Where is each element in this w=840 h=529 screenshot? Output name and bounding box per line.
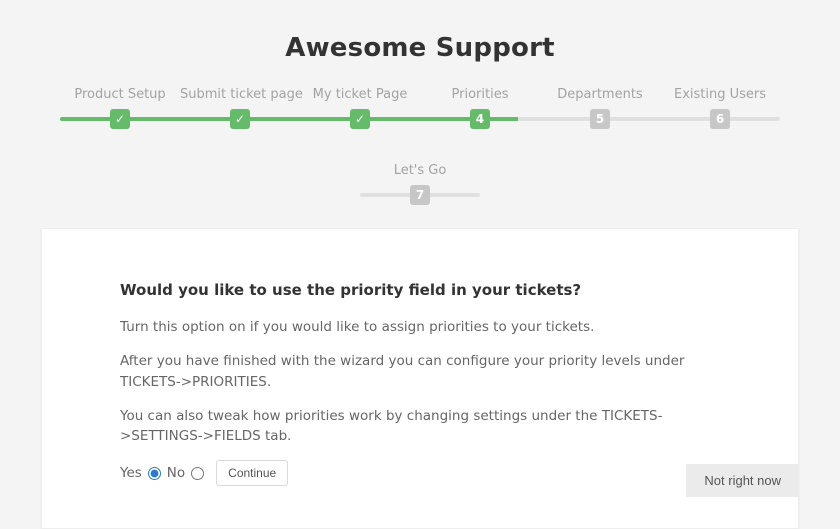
step-node-done[interactable]: ✓ (350, 109, 370, 129)
priority-yes-radio[interactable] (148, 467, 161, 480)
step-node-done[interactable]: ✓ (230, 109, 250, 129)
step-bar-segment (256, 117, 321, 121)
card-paragraph: After you have finished with the wizard … (120, 351, 720, 392)
step-label: Submit ticket page (180, 87, 300, 102)
step-label: Existing Users (660, 87, 780, 102)
step-bar-segment (387, 117, 452, 121)
continue-button[interactable]: Continue (216, 460, 288, 486)
step-bar-segment (518, 117, 583, 121)
step-node-pending: 7 (410, 185, 430, 205)
no-label: No (167, 465, 185, 481)
card-heading: Would you like to use the priority field… (120, 281, 720, 299)
step-label: Let's Go (360, 163, 480, 178)
card-paragraph: Turn this option on if you would like to… (120, 317, 720, 337)
stepper-row-1: Product Setup Submit ticket page My tick… (60, 87, 780, 143)
step-label: Priorities (420, 87, 540, 102)
card-paragraph: You can also tweak how priorities work b… (120, 406, 720, 447)
step-node-current[interactable]: 4 (470, 109, 490, 129)
step-label: Product Setup (60, 87, 180, 102)
step-label: My ticket Page (300, 87, 420, 102)
step-node-done[interactable]: ✓ (110, 109, 130, 129)
skip-button[interactable]: Not right now (686, 464, 799, 497)
stepper-row-2: Let's Go 7 (360, 163, 480, 219)
yes-label: Yes (120, 465, 142, 481)
step-bar-segment (649, 117, 714, 121)
step-node-pending: 5 (590, 109, 610, 129)
priority-choice-row: Yes No Continue (120, 460, 720, 486)
page-title: Awesome Support (0, 0, 840, 63)
step-bar-segment (125, 117, 190, 121)
priority-no-radio[interactable] (191, 467, 204, 480)
wizard-stepper: Product Setup Submit ticket page My tick… (0, 87, 840, 219)
step-label: Departments (540, 87, 660, 102)
wizard-card: Would you like to use the priority field… (41, 228, 799, 529)
step-node-pending: 6 (710, 109, 730, 129)
